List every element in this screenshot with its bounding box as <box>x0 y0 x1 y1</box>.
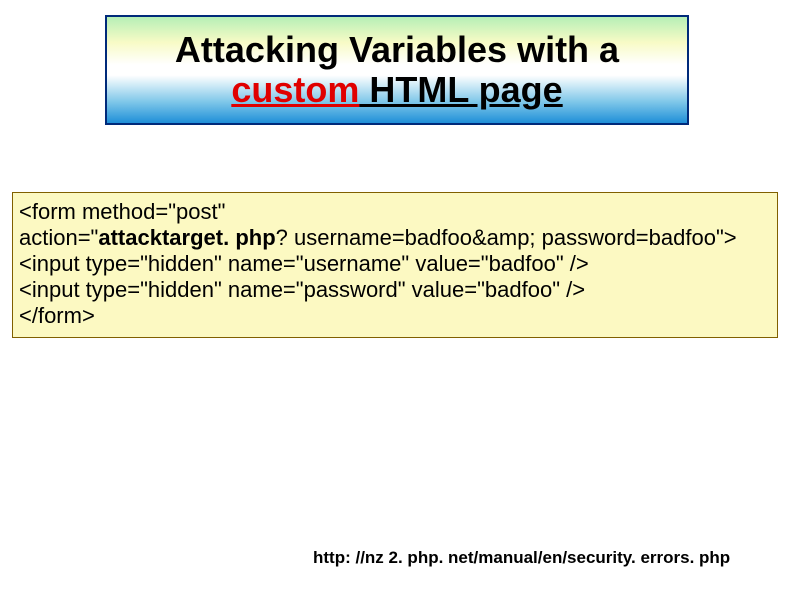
code-line-2: action="attacktarget. php? username=badf… <box>19 225 771 251</box>
slide-title-box: Attacking Variables with a custom HTML p… <box>105 15 689 125</box>
code-line-2-bold: attacktarget. php <box>98 225 275 250</box>
code-line-2-pre: action=" <box>19 225 98 250</box>
code-line-5: </form> <box>19 303 771 329</box>
code-line-1: <form method="post" <box>19 199 771 225</box>
slide: Attacking Variables with a custom HTML p… <box>0 0 794 595</box>
title-rest: HTML page <box>359 69 562 110</box>
title-line-1: Attacking Variables with a <box>175 30 619 70</box>
code-line-4: <input type="hidden" name="password" val… <box>19 277 771 303</box>
code-snippet-box: <form method="post" action="attacktarget… <box>12 192 778 338</box>
code-line-3: <input type="hidden" name="username" val… <box>19 251 771 277</box>
footer-source-url: http: //nz 2. php. net/manual/en/securit… <box>313 548 730 568</box>
title-word-custom: custom <box>231 69 359 110</box>
code-line-2-post: ? username=badfoo&amp; password=badfoo"> <box>276 225 737 250</box>
title-line-2: custom HTML page <box>231 70 562 110</box>
